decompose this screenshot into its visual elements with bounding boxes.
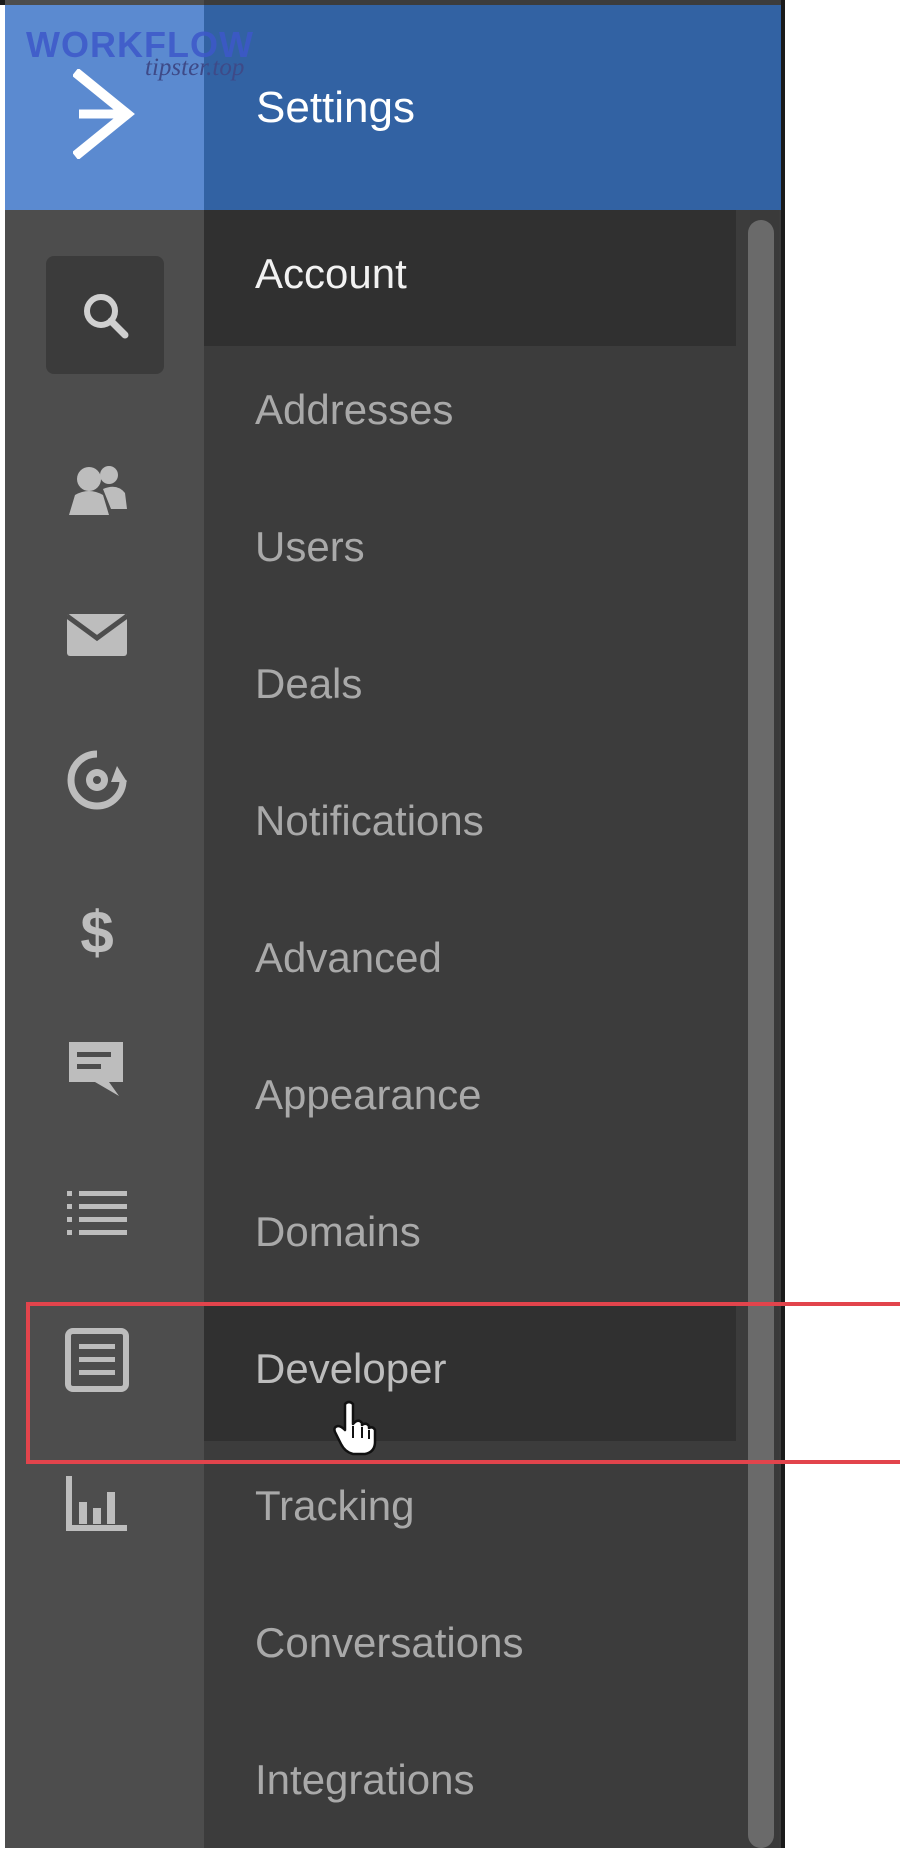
lists-icon[interactable] — [65, 1185, 145, 1265]
search-button[interactable] — [46, 256, 164, 374]
menu-item-notifications[interactable]: Notifications — [204, 757, 736, 893]
conversations-icon[interactable] — [65, 1038, 145, 1118]
menu-item-conversations[interactable]: Conversations — [204, 1579, 736, 1715]
chevron-right-icon — [73, 69, 135, 159]
watermark-subtext: tipster.top — [145, 54, 245, 81]
email-icon[interactable] — [65, 610, 145, 690]
menu-item-label: Tracking — [255, 1482, 415, 1529]
deals-icon[interactable]: $ — [65, 895, 145, 975]
menu-item-domains[interactable]: Domains — [204, 1168, 736, 1304]
menu-item-integrations[interactable]: Integrations — [204, 1716, 736, 1852]
menu-item-deals[interactable]: Deals — [204, 620, 736, 756]
menu-item-appearance[interactable]: Appearance — [204, 1031, 736, 1167]
reports-icon[interactable] — [65, 1474, 145, 1554]
menu-item-developer[interactable]: Developer — [204, 1305, 736, 1441]
menu-item-label: Notifications — [255, 797, 484, 844]
window-right-border — [781, 0, 785, 1848]
menu-item-label: Account — [255, 250, 407, 297]
menu-item-label: Developer — [255, 1345, 447, 1392]
contacts-icon[interactable] — [65, 455, 145, 535]
menu-item-tracking[interactable]: Tracking — [204, 1442, 736, 1578]
menu-item-advanced[interactable]: Advanced — [204, 894, 736, 1030]
page-title: Settings — [256, 83, 415, 132]
menu-item-label: Addresses — [255, 386, 454, 433]
app-window: $ Settings Account Addresses Users Deals… — [0, 0, 900, 1848]
menu-item-label: Appearance — [255, 1071, 482, 1118]
menu-item-label: Conversations — [255, 1619, 524, 1666]
menu-item-label: Deals — [255, 660, 363, 707]
search-icon — [84, 294, 129, 339]
menu-item-addresses[interactable]: Addresses — [204, 346, 736, 482]
hand-cursor-icon — [333, 1400, 377, 1456]
settings-page-icon[interactable] — [65, 1328, 145, 1408]
settings-menu: Settings Account Addresses Users Deals N… — [204, 0, 784, 1848]
menu-item-label: Advanced — [255, 934, 442, 981]
svg-text:$: $ — [80, 899, 113, 965]
settings-header: Settings — [204, 5, 784, 210]
automations-icon[interactable] — [65, 748, 145, 828]
menu-item-label: Integrations — [255, 1756, 475, 1803]
menu-item-label: Users — [255, 523, 365, 570]
scrollbar-thumb[interactable] — [748, 220, 774, 1848]
menu-item-users[interactable]: Users — [204, 483, 736, 619]
menu-item-account[interactable]: Account — [204, 210, 736, 346]
icon-rail: $ — [5, 0, 204, 1848]
menu-item-label: Domains — [255, 1208, 421, 1255]
